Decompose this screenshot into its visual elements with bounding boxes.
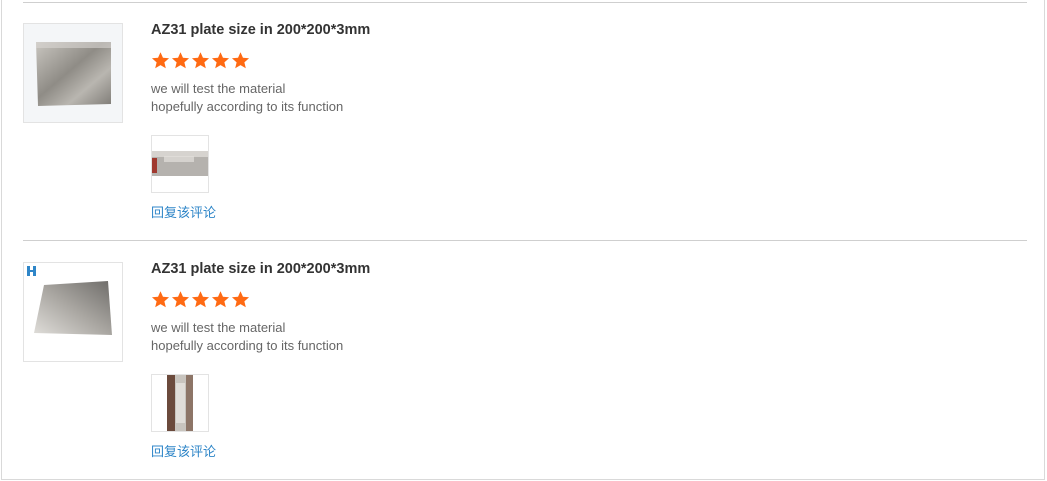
star-icon [191, 291, 210, 308]
star-icon [151, 52, 170, 69]
review-photo-image [152, 136, 208, 192]
rating-stars [151, 290, 250, 310]
comment-line: hopefully according to its function [151, 99, 344, 114]
product-image [24, 24, 122, 122]
rating-stars [151, 51, 250, 71]
star-icon [171, 291, 190, 308]
star-icon [191, 52, 210, 69]
product-title[interactable]: AZ31 plate size in 200*200*3mm [151, 22, 370, 38]
review-comment: we will test the material hopefully acco… [151, 80, 343, 116]
star-icon [211, 291, 230, 308]
product-thumbnail[interactable] [23, 262, 123, 362]
review-photo-image [152, 375, 208, 431]
review-item: AZ31 plate size in 200*200*3mm we will t… [2, 1, 1046, 239]
reply-link[interactable]: 回复该评论 [151, 441, 216, 460]
review-item: AZ31 plate size in 200*200*3mm we will t… [2, 240, 1046, 478]
comment-line: we will test the material [151, 81, 286, 96]
review-photo[interactable] [151, 135, 209, 193]
product-title[interactable]: AZ31 plate size in 200*200*3mm [151, 261, 370, 277]
review-photo[interactable] [151, 374, 209, 432]
star-icon [211, 52, 230, 69]
brand-badge-icon [27, 266, 36, 276]
star-icon [231, 52, 250, 69]
review-comment: we will test the material hopefully acco… [151, 319, 343, 355]
product-thumbnail[interactable] [23, 23, 123, 123]
star-icon [151, 291, 170, 308]
reply-link[interactable]: 回复该评论 [151, 202, 216, 221]
star-icon [231, 291, 250, 308]
comment-line: we will test the material [151, 320, 286, 335]
product-image [24, 263, 122, 361]
comment-line: hopefully according to its function [151, 338, 344, 353]
reviews-panel: AZ31 plate size in 200*200*3mm we will t… [1, 0, 1045, 480]
star-icon [171, 52, 190, 69]
